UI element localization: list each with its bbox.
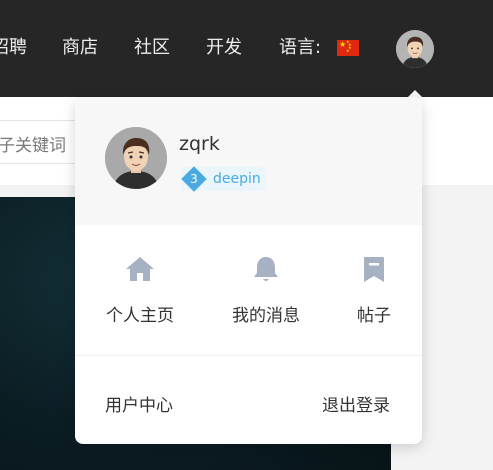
level-number: 3 bbox=[190, 172, 198, 186]
level-name: deepin bbox=[213, 171, 261, 187]
nav-item-store[interactable]: 商店 bbox=[62, 37, 98, 59]
posts-button[interactable]: 帖子 bbox=[326, 255, 422, 326]
user-center-link[interactable]: 用户中心 bbox=[105, 391, 173, 416]
language-label: 语言: bbox=[279, 37, 322, 58]
nav-item-develop[interactable]: 开发 bbox=[206, 37, 242, 59]
dropdown-header: zqrk 3 deepin bbox=[75, 97, 422, 225]
logout-link[interactable]: 退出登录 bbox=[322, 391, 390, 416]
posts-label: 帖子 bbox=[357, 306, 391, 326]
search-input-text[interactable]: 子关键词 bbox=[0, 131, 66, 156]
home-icon bbox=[126, 257, 154, 281]
bell-icon bbox=[254, 257, 278, 281]
username: zqrk bbox=[179, 133, 220, 155]
dropdown-divider bbox=[75, 355, 422, 356]
bookmark-icon bbox=[364, 257, 384, 282]
profile-home-button[interactable]: 个人主页 bbox=[92, 255, 188, 326]
profile-home-label: 个人主页 bbox=[106, 306, 174, 326]
messages-button[interactable]: 我的消息 bbox=[218, 255, 314, 326]
user-avatar[interactable] bbox=[396, 30, 434, 68]
top-navbar: 招聘 商店 社区 开发 语言: ★ ★ ★ ★ ★ bbox=[0, 0, 493, 97]
user-dropdown: zqrk 3 deepin 个人主页 我的消息 帖子 用户中心 退出登录 bbox=[75, 97, 422, 444]
messages-label: 我的消息 bbox=[232, 306, 300, 326]
china-flag-icon[interactable]: ★ ★ ★ ★ ★ bbox=[337, 40, 359, 56]
level-badge: 3 deepin bbox=[181, 166, 265, 192]
profile-avatar[interactable] bbox=[105, 127, 167, 189]
nav-item-community[interactable]: 社区 bbox=[134, 37, 170, 59]
nav-item-recruit[interactable]: 招聘 bbox=[0, 37, 27, 59]
